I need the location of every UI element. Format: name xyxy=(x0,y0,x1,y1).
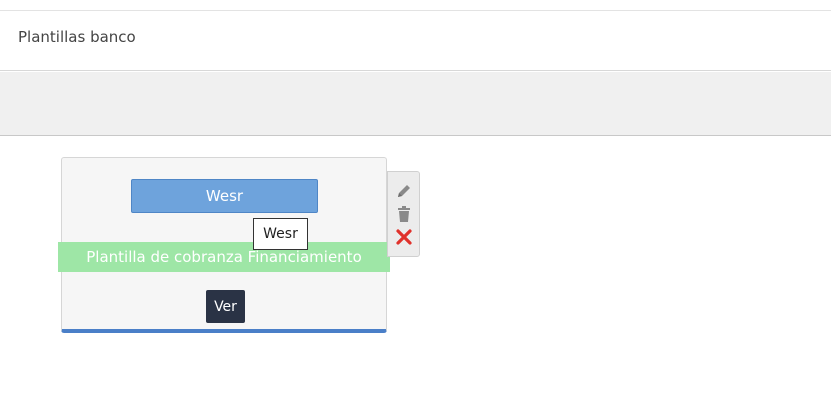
close-icon[interactable] xyxy=(395,228,413,246)
toolbar-band xyxy=(0,72,831,136)
view-button[interactable]: Ver xyxy=(206,290,245,323)
page: Plantillas banco Wesr Plantilla de cobra… xyxy=(0,0,831,415)
page-title: Plantillas banco xyxy=(18,28,136,46)
tooltip: Wesr xyxy=(253,218,308,250)
card-actions-panel xyxy=(387,171,420,257)
bank-button[interactable]: Wesr xyxy=(131,179,318,213)
title-bar: Plantillas banco xyxy=(0,11,831,71)
template-name-label: Plantilla de cobranza Financiamiento xyxy=(58,242,390,272)
pencil-icon[interactable] xyxy=(395,182,413,200)
template-card: Wesr Plantilla de cobranza Financiamient… xyxy=(58,157,390,333)
trash-icon[interactable] xyxy=(395,205,413,223)
